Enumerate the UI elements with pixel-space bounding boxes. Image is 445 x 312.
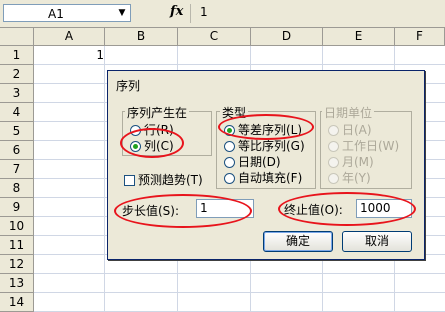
radio-year-label: 年(Y) (342, 171, 371, 185)
select-all-corner[interactable] (0, 28, 34, 46)
series-dialog: 序列 序列产生在 行(R) 列(C) 类型 等差序列(L) 等比序列(G) 日期… (107, 70, 425, 260)
radio-icon (224, 141, 235, 152)
chevron-down-icon[interactable]: ▼ (114, 5, 130, 21)
row-header-8[interactable]: 8 (0, 179, 34, 198)
row-header-1[interactable]: 1 (0, 46, 34, 65)
trend-checkbox[interactable]: 预测趋势(T) (124, 172, 203, 188)
radio-icon (328, 141, 339, 152)
column-header-f[interactable]: F (395, 28, 445, 46)
ok-button[interactable]: 确定 (263, 231, 333, 252)
radio-month-label: 月(M) (342, 155, 374, 169)
dialog-title: 序列 (116, 79, 141, 93)
row-header-5[interactable]: 5 (0, 122, 34, 141)
row-header-10[interactable]: 10 (0, 217, 34, 236)
row-header-3[interactable]: 3 (0, 84, 34, 103)
row-header-13[interactable]: 13 (0, 274, 34, 293)
fx-icon[interactable]: fx (170, 4, 183, 19)
row-header-12[interactable]: 12 (0, 255, 34, 274)
column-header-a[interactable]: A (34, 28, 105, 46)
row-header-11[interactable]: 11 (0, 236, 34, 255)
radio-year: 年(Y) (328, 170, 371, 186)
column-header-c[interactable]: C (178, 28, 251, 46)
row-header-9[interactable]: 9 (0, 198, 34, 217)
gridline (34, 273, 445, 274)
cancel-button[interactable]: 取消 (342, 231, 412, 252)
trend-checkbox-label: 预测趋势(T) (138, 173, 203, 187)
radio-autofill[interactable]: 自动填充(F) (224, 170, 302, 186)
annotation-oval (120, 128, 184, 158)
row-header-2[interactable]: 2 (0, 65, 34, 84)
name-box[interactable]: A1 ▼ (3, 4, 131, 22)
radio-day: 日(A) (328, 122, 372, 138)
row-header-6[interactable]: 6 (0, 141, 34, 160)
radio-icon (328, 173, 339, 184)
column-header-e[interactable]: E (323, 28, 395, 46)
date-unit-label: 日期单位 (322, 104, 375, 121)
row-header-4[interactable]: 4 (0, 103, 34, 122)
annotation-oval (278, 192, 416, 226)
radio-icon (328, 125, 339, 136)
name-box-value: A1 (48, 7, 64, 21)
radio-icon (328, 157, 339, 168)
row-header-7[interactable]: 7 (0, 160, 34, 179)
column-header-d[interactable]: D (251, 28, 323, 46)
radio-icon (224, 173, 235, 184)
gridline (34, 292, 445, 293)
radio-icon (224, 157, 235, 168)
radio-geometric[interactable]: 等比序列(G) (224, 138, 305, 154)
radio-day-label: 日(A) (342, 123, 372, 137)
checkbox-icon (124, 175, 135, 186)
radio-geometric-label: 等比序列(G) (238, 139, 305, 153)
radio-weekday: 工作日(W) (328, 138, 399, 154)
radio-month: 月(M) (328, 154, 374, 170)
radio-date[interactable]: 日期(D) (224, 154, 281, 170)
radio-autofill-label: 自动填充(F) (238, 171, 303, 185)
radio-date-label: 日期(D) (238, 155, 281, 169)
annotation-oval (218, 114, 314, 140)
cell-a1[interactable]: 1 (34, 46, 104, 65)
formula-input[interactable]: 1 (200, 5, 208, 19)
formula-bar: A1 ▼ fx 1 (0, 0, 445, 28)
row-header-14[interactable]: 14 (0, 293, 34, 312)
column-header-b[interactable]: B (105, 28, 178, 46)
annotation-oval (114, 194, 252, 228)
series-in-label: 序列产生在 (125, 104, 190, 121)
divider (190, 4, 191, 23)
radio-weekday-label: 工作日(W) (342, 139, 400, 153)
